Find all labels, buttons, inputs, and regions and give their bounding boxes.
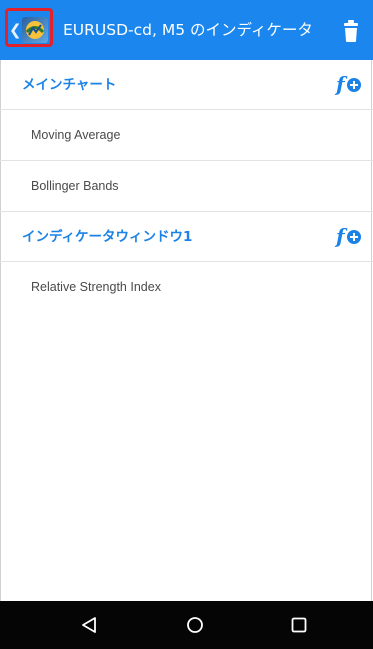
- system-nav-bar: [0, 601, 373, 649]
- section-header-main-chart: メインチャート f: [0, 60, 373, 110]
- add-function-icon[interactable]: f: [334, 224, 364, 248]
- list-item-label: Bollinger Bands: [31, 179, 119, 193]
- svg-text:f: f: [334, 224, 348, 248]
- nav-home-circle-icon[interactable]: [184, 614, 206, 636]
- list-item-relative-strength-index[interactable]: Relative Strength Index: [0, 262, 373, 313]
- app-bar: ❮ EURUSD-cd, M5 のインディケータ: [0, 0, 373, 60]
- nav-recents-square-icon[interactable]: [288, 614, 310, 636]
- section-title: インディケータウィンドウ1: [22, 229, 193, 245]
- list-item-label: Moving Average: [31, 128, 121, 142]
- section-title: メインチャート: [22, 77, 117, 93]
- svg-text:f: f: [334, 72, 348, 96]
- add-function-icon[interactable]: f: [334, 72, 364, 96]
- page-title: EURUSD-cd, M5 のインディケータ: [63, 21, 313, 39]
- list-item-label: Relative Strength Index: [31, 280, 161, 294]
- nav-back-triangle-icon[interactable]: [78, 614, 100, 636]
- trash-icon[interactable]: [343, 19, 359, 43]
- list-item-bollinger-bands[interactable]: Bollinger Bands: [0, 161, 373, 212]
- highlight-annotation: [5, 8, 53, 47]
- section-header-indicator-window-1: インディケータウィンドウ1 f: [0, 212, 373, 262]
- list-item-moving-average[interactable]: Moving Average: [0, 110, 373, 161]
